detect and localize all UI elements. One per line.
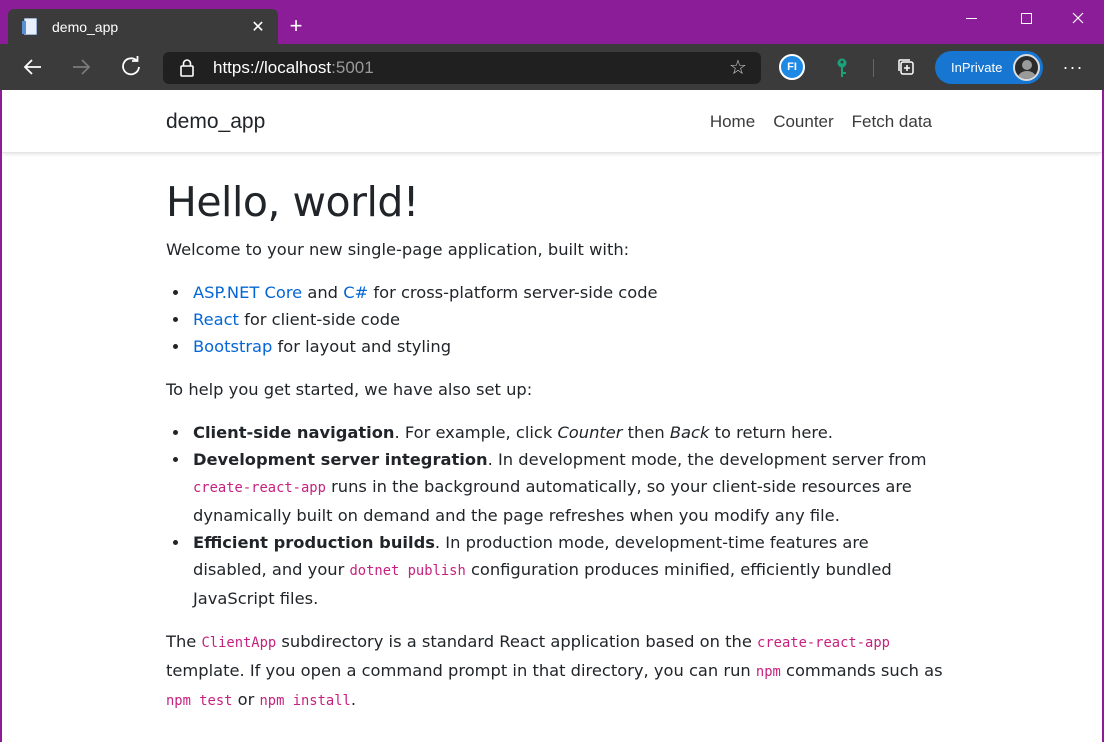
closing-segment: The [166,632,202,651]
bootstrap-link[interactable]: Bootstrap [193,337,272,356]
arrow-right-icon [73,59,91,75]
browser-tab[interactable]: demo_app ✕ [8,9,278,44]
key-extension-icon[interactable] [830,56,854,80]
page-favicon-icon [22,17,38,36]
profile-avatar-icon [1013,54,1040,81]
csharp-link[interactable]: C# [343,283,368,302]
toolbar-separator [873,59,874,77]
list-item: ASP.NET Core and C# for cross-platform s… [190,279,946,306]
page-heading: Hello, world! [166,178,419,226]
lock-icon[interactable] [179,59,195,77]
browser-window: demo_app ✕ + https://localhost:5001 ☆ FI [0,0,1104,742]
nav-links: Home Counter Fetch data [692,112,932,132]
navbar-brand[interactable]: demo_app [166,110,265,134]
tab-title: demo_app [52,18,119,35]
feature-emphasis: Back [669,423,710,442]
aspnet-core-link[interactable]: ASP.NET Core [193,283,302,302]
tab-close-icon[interactable]: ✕ [244,17,272,37]
forward-button[interactable] [64,50,98,84]
features-list: Client-side navigation. For example, cli… [190,419,946,612]
favorite-star-icon[interactable]: ☆ [727,57,749,79]
setup-intro-text: To help you get started, we have also se… [166,380,533,399]
minimize-button[interactable] [945,0,997,36]
nav-link-fetch-data[interactable]: Fetch data [852,112,932,132]
list-item: Efficient production builds. In producti… [190,529,946,612]
built-with-list: ASP.NET Core and C# for cross-platform s… [190,279,946,360]
more-options-button[interactable]: ··· [1058,52,1088,82]
url-host: localhost [264,58,332,77]
site-navbar: demo_app Home Counter Fetch data [2,90,1102,153]
collections-button[interactable] [893,54,919,80]
inprivate-label: InPrivate [951,60,1003,75]
collections-icon [898,59,914,75]
maximize-button[interactable] [1000,0,1052,36]
closing-segment: template. If you open a command prompt i… [166,661,756,680]
inline-code: ClientApp [201,635,277,651]
nav-link-counter[interactable]: Counter [773,112,833,132]
closing-segment: subdirectory is a standard React applica… [276,632,758,651]
minimize-icon [965,17,977,19]
list-item: Client-side navigation. For example, cli… [190,419,946,446]
feature-text: to return here. [709,423,833,442]
feature-title: Development server integration [193,450,488,469]
list-text: and [302,283,344,302]
feature-text: . For example, click [394,423,558,442]
inline-code: npm [755,664,781,680]
url-scheme: https:// [213,58,265,77]
inline-code: dotnet publish [349,563,466,579]
main-content: Hello, world! Welcome to your new single… [166,174,946,731]
browser-toolbar: https://localhost:5001 ☆ FI InPrivate ··… [0,44,1104,90]
feature-title: Efficient production builds [193,533,435,552]
web-page: demo_app Home Counter Fetch data Hello, … [2,90,1102,742]
closing-segment: or [232,690,260,709]
url-port: :5001 [331,58,374,77]
new-tab-button[interactable]: + [284,14,308,38]
list-item: React for client-side code [190,306,946,333]
refresh-button[interactable] [114,50,148,84]
inline-code: npm test [166,693,233,709]
arrow-left-icon [23,59,41,75]
react-link[interactable]: React [193,310,239,329]
list-item: Development server integration. In devel… [190,446,946,529]
feature-emphasis: Counter [557,423,623,442]
close-icon [1072,12,1084,24]
title-bar: demo_app ✕ + [0,0,1104,44]
address-bar[interactable]: https://localhost:5001 ☆ [163,52,761,84]
feature-text: . In development mode, the development s… [487,450,927,469]
nav-link-home[interactable]: Home [710,112,755,132]
inline-code: create-react-app [757,635,890,651]
url-text[interactable]: https://localhost:5001 [213,58,374,78]
intro-text: Welcome to your new single-page applicat… [166,240,630,259]
inprivate-button[interactable]: InPrivate [935,51,1043,84]
list-item: Bootstrap for layout and styling [190,333,946,360]
list-text: for layout and styling [272,337,452,356]
closing-segment: . [350,690,357,709]
inline-code: create-react-app [193,480,326,496]
inline-code: npm install [259,693,351,709]
list-text: for client-side code [238,310,401,329]
close-window-button[interactable] [1052,0,1104,36]
refresh-icon [122,56,140,76]
feature-text: then [622,423,670,442]
list-text: for cross-platform server-side code [368,283,658,302]
feature-title: Client-side navigation [193,423,395,442]
closing-text: The ClientApp subdirectory is a standard… [166,628,946,715]
extension-icon[interactable]: FI [779,54,805,80]
closing-segment: commands such as [780,661,943,680]
back-button[interactable] [16,50,50,84]
maximize-icon [1020,12,1032,24]
